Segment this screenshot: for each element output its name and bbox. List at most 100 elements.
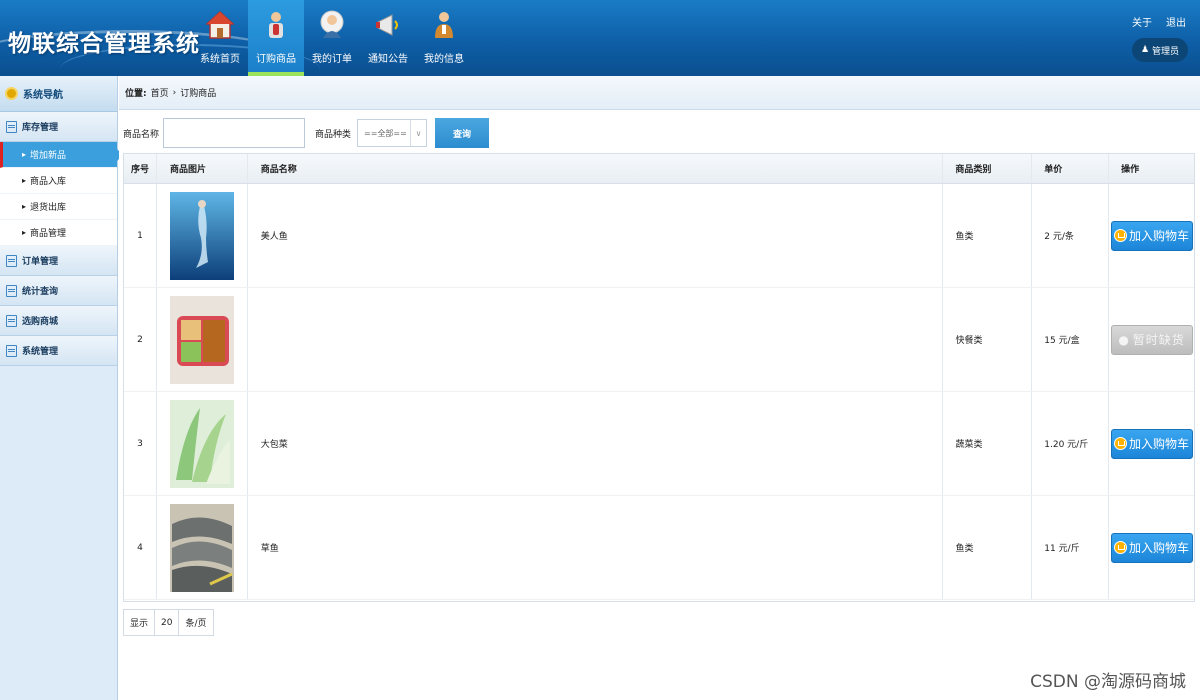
- user-name: 管理员: [1152, 46, 1180, 57]
- product-thumbnail-cell: [157, 496, 248, 599]
- nav-label: 订购商品: [256, 54, 296, 65]
- sidebar: 系统导航 库存管理 增加新品 商品入库 退货出库 商品管理 订单管理 统计查询 …: [0, 76, 123, 700]
- product-name: [248, 288, 944, 391]
- page-size-select[interactable]: 20: [155, 610, 180, 635]
- sidebar-item-product-manage[interactable]: 商品管理: [0, 220, 117, 246]
- col-header-action: 操作: [1121, 165, 1140, 175]
- cart-icon: [1114, 229, 1128, 242]
- row-number: 3: [124, 392, 157, 495]
- product-thumbnail-cell: [157, 288, 248, 391]
- menu-group-stats[interactable]: 统计查询: [0, 276, 117, 306]
- app-title: 物联综合管理系统: [8, 31, 200, 57]
- out-of-stock-label: 暂时缺货: [1132, 333, 1185, 347]
- breadcrumb-current: 订购商品: [180, 89, 217, 99]
- home-icon: [206, 10, 234, 39]
- nav-my-info[interactable]: 我的信息: [416, 0, 472, 76]
- product-price: 1.20 元/斤: [1032, 392, 1110, 495]
- col-header-image: 商品图片: [157, 154, 248, 183]
- menu-group-orders[interactable]: 订单管理: [0, 246, 117, 276]
- product-category: 蔬菜类: [943, 392, 1033, 495]
- chevron-down-icon: ∨: [410, 120, 426, 146]
- sidebar-item-return-out[interactable]: 退货出库: [0, 194, 117, 220]
- menu-group-inventory[interactable]: 库存管理: [0, 112, 117, 142]
- pager-show-label: 显示: [124, 610, 156, 635]
- user-avatar-icon: [320, 10, 344, 38]
- add-to-cart-button[interactable]: 加入购物车: [1110, 428, 1193, 459]
- product-price: 15 元/盒: [1032, 288, 1110, 391]
- menu-group-shop[interactable]: 选购商城: [0, 306, 117, 336]
- table-row: 4 草鱼 鱼类 11 元/斤 加入购物车: [124, 496, 1194, 600]
- user-menu[interactable]: ♟ 管理员: [1132, 38, 1188, 62]
- menu-group-label: 库存管理: [22, 123, 59, 133]
- product-thumbnail-cell: [157, 184, 248, 287]
- about-link[interactable]: 关于: [1132, 14, 1152, 29]
- nav-badge-icon: [5, 87, 18, 100]
- add-to-cart-button[interactable]: 加入购物车: [1110, 220, 1193, 251]
- action-cell: 加入购物车: [1109, 184, 1194, 287]
- nav-label: 系统首页: [200, 54, 240, 65]
- query-button[interactable]: 查询: [435, 118, 490, 148]
- col-header-category: 商品类别: [943, 154, 1033, 183]
- top-nav: 系统首页 订购商品 我的订单 通知公告 我的信息: [192, 0, 472, 76]
- bento-box-image[interactable]: [169, 295, 234, 384]
- category-select[interactable]: ==全部== ∨: [357, 119, 428, 147]
- col-header-price: 单价: [1032, 154, 1110, 183]
- nav-notice[interactable]: 通知公告: [360, 0, 416, 76]
- product-category: 鱼类: [943, 496, 1033, 599]
- sidebar-item-stock-in[interactable]: 商品入库: [0, 168, 117, 194]
- menu-group-label: 系统管理: [22, 347, 59, 357]
- watermark: CSDN @淘源码商城: [1030, 672, 1186, 692]
- logout-link[interactable]: 退出: [1166, 14, 1186, 29]
- row-number: 2: [124, 288, 157, 391]
- sidebar-header: 系统导航: [0, 76, 117, 112]
- person-icon: [435, 12, 453, 38]
- search-bar: 商品名称 商品种类 ==全部== ∨ 查询: [123, 118, 490, 148]
- breadcrumb-home[interactable]: 首页: [151, 86, 169, 99]
- breadcrumb-prefix: 位置:: [125, 89, 147, 99]
- row-number: 4: [124, 496, 157, 599]
- add-to-cart-label: 加入购物车: [1129, 541, 1190, 555]
- product-price: 2 元/条: [1032, 184, 1110, 287]
- col-header-no: 序号: [124, 154, 157, 183]
- menu-group-label: 订单管理: [22, 257, 59, 267]
- menu-group-system[interactable]: 系统管理: [0, 336, 117, 366]
- breadcrumb-separator: ›: [172, 87, 177, 98]
- table-row: 2 快餐类 15 元/盒 ● 暂时缺货: [124, 288, 1194, 392]
- menu-group-label: 选购商城: [22, 317, 59, 327]
- nav-my-orders[interactable]: 我的订单: [304, 0, 360, 76]
- product-category: 鱼类: [943, 184, 1033, 287]
- sidebar-item-add-product[interactable]: 增加新品: [0, 142, 123, 168]
- nav-label: 我的订单: [312, 54, 352, 65]
- grass-carp-image[interactable]: [169, 503, 234, 592]
- table-row: 1 美人鱼 鱼类 2 元/条 加入购物车: [124, 184, 1194, 288]
- product-name: 大包菜: [248, 392, 944, 495]
- product-thumbnail-cell: [157, 392, 248, 495]
- product-category: 快餐类: [943, 288, 1033, 391]
- sidebar-title: 系统导航: [23, 90, 63, 101]
- lightbulb-icon: ●: [1118, 332, 1130, 347]
- pager-unit-label: 条/页: [185, 619, 207, 629]
- product-price: 11 元/斤: [1032, 496, 1110, 599]
- add-to-cart-label: 加入购物车: [1129, 437, 1190, 451]
- product-name: 美人鱼: [248, 184, 944, 287]
- nav-order-goods[interactable]: 订购商品: [248, 0, 304, 76]
- main-content: 位置: 首页 › 订购商品 商品名称 商品种类 ==全部== ∨ 查询 序号 商…: [119, 76, 1200, 700]
- cart-icon: [1114, 541, 1128, 554]
- product-name-input[interactable]: [163, 118, 306, 148]
- cart-icon: [1114, 437, 1128, 450]
- product-name: 草鱼: [248, 496, 944, 599]
- category-select-value: ==全部==: [364, 128, 407, 138]
- type-label: 商品种类: [315, 129, 352, 140]
- menu-group-label: 统计查询: [22, 287, 59, 297]
- chat-icon: [6, 284, 17, 297]
- table-row: 3 大包菜 蔬菜类 1.20 元/斤 加入购物车: [124, 392, 1194, 496]
- nav-home[interactable]: 系统首页: [192, 0, 248, 76]
- add-to-cart-button[interactable]: 加入购物车: [1110, 532, 1193, 563]
- product-table: 序号 商品图片 商品名称 商品类别 单价 操作 1 美人鱼 鱼类 2 元/条 加…: [123, 153, 1195, 602]
- cabbage-image[interactable]: [169, 399, 234, 488]
- list-icon: [6, 344, 17, 357]
- edit-icon: [6, 254, 17, 267]
- user-icon: ♟: [1140, 45, 1150, 55]
- row-number: 1: [124, 184, 157, 287]
- mermaid-image[interactable]: [169, 191, 234, 280]
